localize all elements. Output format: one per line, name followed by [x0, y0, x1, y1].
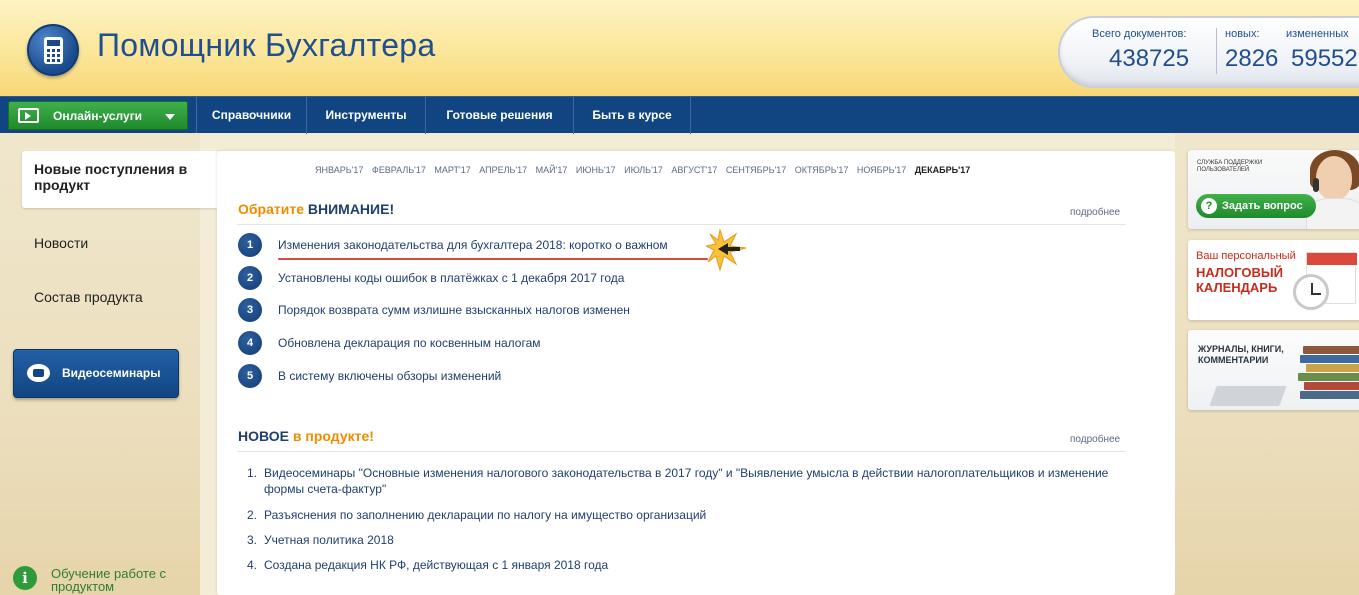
new-docs-label: новых:	[1225, 28, 1260, 40]
book-icon	[1300, 355, 1359, 363]
new-in-product-heading: НОВОЕ в продукте!	[238, 428, 374, 444]
highlight-underline	[278, 258, 708, 260]
attention-item-label: В систему включены обзоры изменений	[278, 369, 502, 383]
app-title[interactable]: Помощник Бухгалтера	[97, 27, 435, 64]
video-seminars-label: Видеосеминары	[62, 366, 161, 380]
book-icon	[1303, 346, 1359, 354]
calculator-logo-icon[interactable]	[27, 24, 79, 76]
chevron-down-icon	[165, 114, 175, 120]
sidebar-item-product-contents[interactable]: Состав продукта	[34, 289, 143, 305]
book-icon	[1300, 391, 1359, 399]
total-docs-value: 438725	[1109, 45, 1190, 72]
number-badge: 2	[238, 266, 262, 290]
sidebar-item-news[interactable]: Новости	[34, 235, 88, 251]
monitor-icon	[18, 108, 39, 123]
nav-item-ready-solutions[interactable]: Готовые решения	[426, 97, 574, 134]
question-icon: ?	[1201, 198, 1217, 214]
online-services-label: Онлайн-услуги	[53, 109, 143, 123]
changed-docs-label: измененных	[1286, 28, 1349, 40]
info-icon: i	[13, 566, 37, 590]
nav-item-reference[interactable]: Справочники	[196, 97, 307, 134]
attention-more-link[interactable]: подробнее	[1070, 207, 1120, 218]
sidebar-item-label: Новые поступления в продукт	[34, 161, 188, 193]
month-link[interactable]: ИЮЛЬ'17	[624, 165, 663, 175]
operator-face	[1316, 156, 1352, 200]
month-link[interactable]: МАЙ'17	[536, 165, 568, 175]
divider	[237, 224, 1126, 225]
new-list-item-label: Создана редакция НК РФ, действующая с 1 …	[264, 558, 609, 572]
new-list-item-label: Видеосеминары "Основные изменения налого…	[264, 466, 1109, 496]
main-nav: Онлайн-услуги Справочники Инструменты Го…	[0, 96, 1359, 134]
journals-books-banner[interactable]: ЖУРНАЛЫ, КНИГИ, КОММЕНТАРИИ	[1188, 330, 1359, 410]
product-training-label: Обучение работе с продуктом	[51, 566, 167, 594]
month-link[interactable]: ФЕВРАЛЬ'17	[372, 165, 426, 175]
attention-item-label: Изменения законодательства для бухгалтер…	[278, 238, 668, 252]
ask-question-button[interactable]: ? Задать вопрос	[1196, 194, 1316, 218]
month-link[interactable]: АПРЕЛЬ'17	[479, 165, 527, 175]
new-more-link[interactable]: подробнее	[1070, 434, 1120, 445]
new-list-item-label: Разъяснения по заполнению декларации по …	[264, 508, 707, 522]
month-link[interactable]: ЯНВАРЬ'17	[315, 165, 363, 175]
attention-heading: Обратите ВНИМАНИЕ!	[238, 201, 394, 217]
ask-question-label: Задать вопрос	[1222, 200, 1303, 212]
headset-icon	[1313, 178, 1319, 192]
attention-item-label: Порядок возврата сумм излишне взысканных…	[278, 303, 630, 317]
new-heading-part2: в продукте!	[292, 428, 374, 444]
list-number: 4.	[247, 558, 258, 572]
new-list-item-label: Учетная политика 2018	[264, 533, 394, 547]
number-badge: 5	[238, 364, 262, 388]
nav-item-tools[interactable]: Инструменты	[307, 97, 426, 134]
laptop-icon	[1209, 386, 1287, 406]
pointer-arrow-icon	[706, 228, 747, 272]
support-label: СЛУЖБА ПОДДЕРЖКИ ПОЛЬЗОВАТЕЛЕЙ	[1197, 160, 1263, 173]
support-banner[interactable]: СЛУЖБА ПОДДЕРЖКИ ПОЛЬЗОВАТЕЛЕЙ ? Задать …	[1188, 150, 1359, 229]
changed-docs-value[interactable]: 59552	[1291, 45, 1358, 73]
attention-heading-part2: ВНИМАНИЕ!	[307, 201, 395, 217]
journals-books-label: ЖУРНАЛЫ, КНИГИ, КОММЕНТАРИИ	[1198, 344, 1284, 365]
month-link[interactable]: НОЯБРЬ'17	[857, 165, 906, 175]
divider	[237, 451, 1126, 452]
attention-heading-part1: Обратите	[238, 201, 304, 217]
number-badge: 4	[238, 331, 262, 355]
document-stats: Всего документов: 438725 новых: 2826 изм…	[1058, 16, 1359, 88]
number-badge: 1	[238, 233, 262, 257]
book-icon	[1298, 373, 1359, 381]
attention-item-label: Установлены коды ошибок в платёжках с 1 …	[278, 271, 625, 285]
book-icon	[1306, 364, 1359, 372]
list-number: 2.	[247, 508, 258, 522]
calendar-subtitle: Ваш персональный	[1196, 250, 1296, 262]
sidebar-item-new-arrivals[interactable]: Новые поступления в продукт	[22, 151, 217, 208]
number-badge: 3	[238, 298, 262, 322]
new-heading-part1: НОВОЕ	[238, 428, 289, 444]
video-chat-icon	[27, 364, 50, 382]
online-services-menu[interactable]: Онлайн-услуги	[8, 101, 188, 130]
month-link[interactable]: ИЮНЬ'17	[576, 165, 616, 175]
month-filter: ЯНВАРЬ'17 ФЕВРАЛЬ'17 МАРТ'17 АПРЕЛЬ'17 М…	[315, 165, 974, 175]
month-link-current[interactable]: ДЕКАБРЬ'17	[915, 165, 971, 175]
nav-item-stay-informed[interactable]: Быть в курсе	[574, 97, 691, 134]
header: Помощник Бухгалтера Всего документов: 43…	[0, 0, 1359, 96]
list-number: 1.	[247, 466, 258, 480]
month-link[interactable]: СЕНТЯБРЬ'17	[726, 165, 786, 175]
total-docs-label: Всего документов:	[1092, 28, 1187, 40]
book-icon	[1304, 382, 1359, 390]
month-link[interactable]: ОКТЯБРЬ'17	[795, 165, 849, 175]
attention-item-label: Обновлена декларация по косвенным налога…	[278, 336, 541, 350]
calendar-title: НАЛОГОВЫЙ КАЛЕНДАРЬ	[1196, 265, 1283, 295]
product-training-link[interactable]: i Обучение работе с продуктом	[13, 562, 193, 595]
list-number: 3.	[247, 533, 258, 547]
new-docs-value[interactable]: 2826	[1225, 45, 1278, 73]
video-seminars-button[interactable]: Видеосеминары	[13, 349, 179, 398]
month-link[interactable]: МАРТ'17	[434, 165, 470, 175]
month-link[interactable]: АВГУСТ'17	[671, 165, 717, 175]
tax-calendar-banner[interactable]: Ваш персональный НАЛОГОВЫЙ КАЛЕНДАРЬ	[1188, 240, 1359, 320]
stats-divider	[1216, 28, 1217, 74]
